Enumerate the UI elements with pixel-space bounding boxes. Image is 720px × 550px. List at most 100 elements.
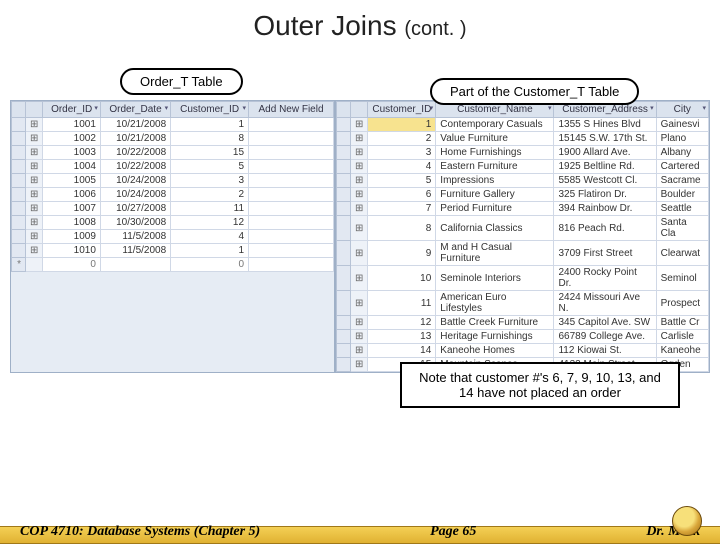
row-selector[interactable] xyxy=(12,230,26,244)
expand-icon[interactable]: ⊞ xyxy=(351,132,368,146)
expand-icon[interactable]: ⊞ xyxy=(26,244,43,258)
expand-icon[interactable]: ⊞ xyxy=(351,344,368,358)
empty-cell xyxy=(249,174,334,188)
customer-address-cell: 112 Kiowai St. xyxy=(554,344,656,358)
customer-city-cell: Battle Cr xyxy=(656,316,708,330)
expand-icon[interactable]: ⊞ xyxy=(26,160,43,174)
customer-city-cell: Clearwat xyxy=(656,241,708,266)
row-selector[interactable] xyxy=(337,358,351,372)
expand-icon[interactable]: ⊞ xyxy=(26,202,43,216)
row-selector[interactable] xyxy=(337,132,351,146)
expand-icon[interactable]: ⊞ xyxy=(351,118,368,132)
row-selector[interactable] xyxy=(12,188,26,202)
row-selector[interactable] xyxy=(337,241,351,266)
expand-icon[interactable]: ⊞ xyxy=(351,291,368,316)
customer-address-cell: 66789 College Ave. xyxy=(554,330,656,344)
empty-cell xyxy=(249,132,334,146)
new-record-row[interactable]: * 0 0 xyxy=(12,258,334,272)
expand-icon[interactable]: ⊞ xyxy=(351,146,368,160)
footer-course: COP 4710: Database Systems (Chapter 5) xyxy=(20,524,260,540)
order-date-cell: 10/27/2008 xyxy=(100,202,170,216)
expand-icon[interactable]: ⊞ xyxy=(26,132,43,146)
table-row: ⊞ 1 Contemporary Casuals 1355 S Hines Bl… xyxy=(337,118,709,132)
row-selector[interactable] xyxy=(337,216,351,241)
order-id-cell: 1008 xyxy=(43,216,101,230)
customer-name-cell: Home Furnishings xyxy=(436,146,554,160)
table-row: ⊞ 1005 10/24/2008 3 xyxy=(12,174,334,188)
row-selector[interactable] xyxy=(337,291,351,316)
expand-icon[interactable]: ⊞ xyxy=(26,188,43,202)
table-row: ⊞ 1007 10/27/2008 11 xyxy=(12,202,334,216)
order-id-cell: 1001 xyxy=(43,118,101,132)
customer-id-cell: 1 xyxy=(171,244,249,258)
row-selector[interactable] xyxy=(337,174,351,188)
customer-address-cell: 2424 Missouri Ave N. xyxy=(554,291,656,316)
customer-id-cell: 2 xyxy=(171,188,249,202)
customer-address-cell: 1900 Allard Ave. xyxy=(554,146,656,160)
expand-icon[interactable]: ⊞ xyxy=(351,216,368,241)
customer-id-cell: 9 xyxy=(368,241,436,266)
row-selector[interactable] xyxy=(337,146,351,160)
empty-cell xyxy=(249,188,334,202)
order-date-cell: 10/22/2008 xyxy=(100,146,170,160)
customer-address-cell: 15145 S.W. 17th St. xyxy=(554,132,656,146)
expand-icon[interactable]: ⊞ xyxy=(26,230,43,244)
customer-id-cell: 4 xyxy=(171,230,249,244)
row-selector[interactable] xyxy=(12,174,26,188)
order-id-cell: 1005 xyxy=(43,174,101,188)
expand-icon[interactable]: ⊞ xyxy=(26,146,43,160)
row-selector[interactable] xyxy=(337,160,351,174)
slide-title: Outer Joins (cont. ) xyxy=(0,10,720,42)
expand-icon[interactable]: ⊞ xyxy=(351,160,368,174)
expand-icon[interactable]: ⊞ xyxy=(351,330,368,344)
expand-icon[interactable]: ⊞ xyxy=(351,316,368,330)
row-selector[interactable] xyxy=(337,202,351,216)
customer-city-cell: Albany xyxy=(656,146,708,160)
order-id-cell: 1010 xyxy=(43,244,101,258)
row-selector[interactable] xyxy=(12,118,26,132)
row-selector[interactable] xyxy=(12,244,26,258)
row-selector[interactable] xyxy=(12,132,26,146)
row-selector[interactable] xyxy=(12,202,26,216)
customer-id-cell: 4 xyxy=(368,160,436,174)
order-date-cell: 11/5/2008 xyxy=(100,230,170,244)
customer-id-cell: 13 xyxy=(368,330,436,344)
row-selector[interactable] xyxy=(337,316,351,330)
customer-address-cell: 3709 First Street xyxy=(554,241,656,266)
expand-icon[interactable]: ⊞ xyxy=(351,241,368,266)
expand-icon[interactable]: ⊞ xyxy=(26,118,43,132)
new-row-indicator: * xyxy=(12,258,26,272)
row-selector[interactable] xyxy=(337,266,351,291)
expand-icon[interactable]: ⊞ xyxy=(351,266,368,291)
order-id-cell: 1002 xyxy=(43,132,101,146)
customer-id-cell: 15 xyxy=(171,146,249,160)
row-selector[interactable] xyxy=(337,330,351,344)
table-row: ⊞ 10 Seminole Interiors 2400 Rocky Point… xyxy=(337,266,709,291)
expand-icon[interactable]: ⊞ xyxy=(351,358,368,372)
customer-id-cell: 10 xyxy=(368,266,436,291)
row-selector[interactable] xyxy=(12,146,26,160)
row-selector[interactable] xyxy=(12,160,26,174)
customer-name-cell: Eastern Furniture xyxy=(436,160,554,174)
row-selector[interactable] xyxy=(337,118,351,132)
note-callout: Note that customer #'s 6, 7, 9, 10, 13, … xyxy=(400,362,680,408)
expand-icon[interactable]: ⊞ xyxy=(26,174,43,188)
customer-name-cell: Heritage Furnishings xyxy=(436,330,554,344)
row-selector[interactable] xyxy=(337,188,351,202)
customer-name-cell: American Euro Lifestyles xyxy=(436,291,554,316)
table-row: ⊞ 4 Eastern Furniture 1925 Beltline Rd. … xyxy=(337,160,709,174)
expand-icon[interactable]: ⊞ xyxy=(26,216,43,230)
expand-icon[interactable]: ⊞ xyxy=(351,202,368,216)
title-main: Outer Joins xyxy=(253,10,396,41)
row-selector[interactable] xyxy=(337,344,351,358)
row-selector[interactable] xyxy=(12,216,26,230)
expand-icon[interactable]: ⊞ xyxy=(351,188,368,202)
order-date-cell: 11/5/2008 xyxy=(100,244,170,258)
expand-icon[interactable]: ⊞ xyxy=(351,174,368,188)
table-row: ⊞ 1010 11/5/2008 1 xyxy=(12,244,334,258)
customer-id-cell: 2 xyxy=(368,132,436,146)
empty-cell xyxy=(249,146,334,160)
table-row: ⊞ 12 Battle Creek Furniture 345 Capitol … xyxy=(337,316,709,330)
customer-address-cell: 816 Peach Rd. xyxy=(554,216,656,241)
empty-cell xyxy=(249,258,334,272)
